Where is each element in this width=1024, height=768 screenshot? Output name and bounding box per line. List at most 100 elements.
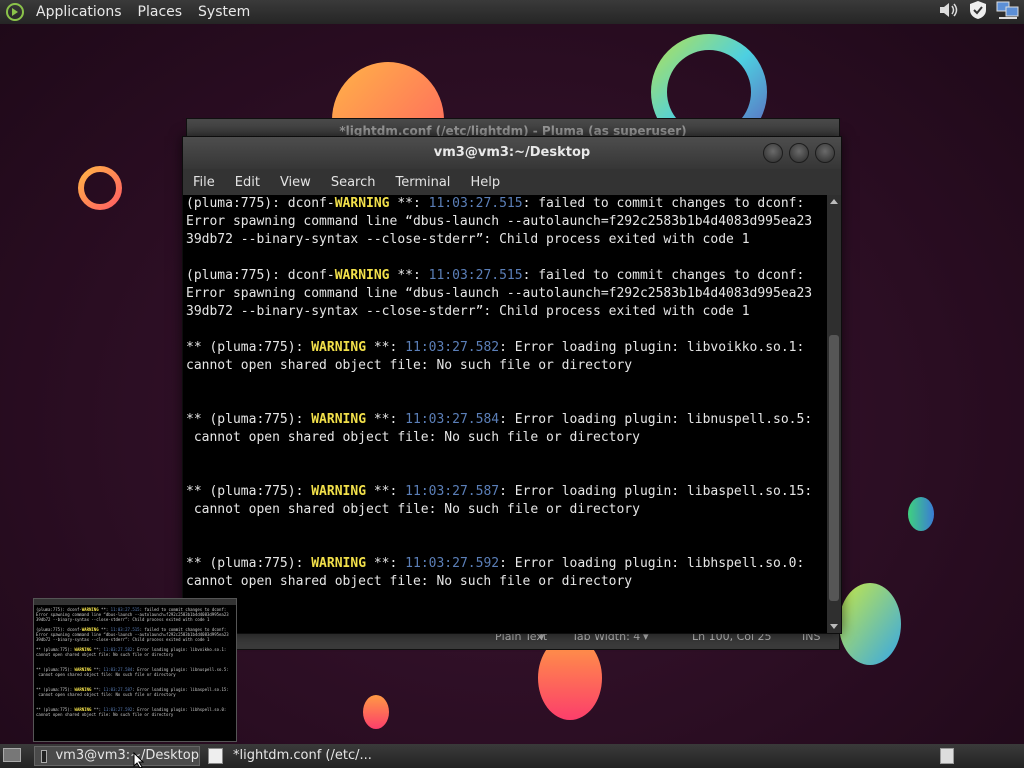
output-text: **: — [366, 556, 406, 571]
terminal-line: cannot open shared object file: No such … — [36, 712, 234, 717]
output-text: : failed to commit changes to dconf: — [522, 196, 805, 211]
output-text: 39db72 --binary-syntax --close-stderr”: … — [36, 617, 210, 622]
output-text: cannot open shared object file: No such … — [186, 574, 633, 589]
output-text: (pluma:775): dconf- — [186, 268, 335, 283]
warning-label: WARNING — [311, 412, 367, 427]
output-text: 39db72 --binary-syntax --close-stderr”: … — [186, 232, 750, 247]
timestamp: 11:03:27.584 — [405, 412, 500, 427]
output-text: (pluma:775): dconf- — [186, 196, 335, 211]
terminal-line: Error spawning command line “dbus-launch… — [186, 213, 828, 231]
scrollbar-thumb[interactable] — [829, 335, 839, 601]
output-text: cannot open shared object file: No such … — [186, 358, 633, 373]
terminal-icon — [41, 749, 48, 763]
terminal-line: 39db72 --binary-syntax --close-stderr”: … — [36, 617, 234, 622]
applications-menu[interactable]: Applications — [28, 0, 130, 24]
terminal-titlebar[interactable]: vm3@vm3:~/Desktop — [183, 137, 841, 169]
terminal-output[interactable]: (pluma:775): dconf-WARNING **: 11:03:27.… — [183, 195, 828, 633]
output-text: **: — [366, 484, 406, 499]
menu-edit[interactable]: Edit — [225, 175, 270, 190]
output-text: **: — [389, 196, 429, 211]
timestamp: 11:03:27.587 — [405, 484, 500, 499]
terminal-title: vm3@vm3:~/Desktop — [433, 145, 591, 160]
warning-label: WARNING — [334, 268, 390, 283]
system-tray — [938, 0, 1020, 24]
terminal-line: ** (pluma:775): WARNING **: 11:03:27.584… — [186, 411, 828, 429]
taskbar-label: vm3@vm3:~/Desktop — [55, 748, 199, 763]
terminal-line: 39db72 --binary-syntax --close-stderr”: … — [186, 231, 828, 249]
taskbar-item-pluma[interactable]: *lightdm.conf (/etc/... — [206, 746, 378, 766]
preview-content: (pluma:775): dconf-WARNING **: 11:03:27.… — [34, 605, 236, 719]
terminal-window[interactable]: vm3@vm3:~/Desktop File Edit View Search … — [182, 136, 842, 634]
warning-label: WARNING — [311, 484, 367, 499]
warning-label: WARNING — [311, 340, 367, 355]
shield-icon[interactable] — [968, 0, 988, 24]
mouse-pointer-icon — [133, 752, 145, 768]
timestamp: 11:03:27.582 — [405, 340, 500, 355]
workspace-switcher[interactable] — [940, 748, 954, 764]
terminal-line: ** (pluma:775): WARNING **: 11:03:27.592… — [186, 555, 828, 573]
places-menu[interactable]: Places — [130, 0, 191, 24]
taskbar-label: *lightdm.conf (/etc/... — [233, 748, 372, 763]
output-text: cannot open shared object file: No such … — [186, 502, 640, 517]
timestamp: 11:03:27.515 — [428, 268, 523, 283]
timestamp: 11:03:27.515 — [428, 196, 523, 211]
terminal-menubar: File Edit View Search Terminal Help — [183, 169, 841, 195]
terminal-scrollbar[interactable] — [827, 195, 841, 633]
network-icon[interactable] — [996, 0, 1020, 24]
output-text: : Error loading plugin: libnuspell.so.5: — [499, 412, 813, 427]
output-text: : Error loading plugin: libvoikko.so.1: — [499, 340, 805, 355]
output-text: **: — [389, 268, 429, 283]
terminal-line: 39db72 --binary-syntax --close-stderr”: … — [36, 637, 234, 642]
terminal-line: cannot open shared object file: No such … — [186, 501, 828, 519]
system-menu[interactable]: System — [190, 0, 258, 24]
menu-search[interactable]: Search — [321, 175, 386, 190]
terminal-line: cannot open shared object file: No such … — [186, 573, 828, 591]
terminal-line: cannot open shared object file: No such … — [186, 429, 828, 447]
window-preview-thumbnail[interactable]: (pluma:775): dconf-WARNING **: 11:03:27.… — [33, 598, 237, 742]
timestamp: 11:03:27.592 — [405, 556, 500, 571]
output-text: cannot open shared object file: No such … — [36, 652, 174, 657]
menu-view[interactable]: View — [270, 175, 321, 190]
output-text: cannot open shared object file: No such … — [186, 430, 640, 445]
output-text: Error spawning command line “dbus-launch… — [186, 214, 813, 229]
output-text: 39db72 --binary-syntax --close-stderr”: … — [186, 304, 750, 319]
terminal-line: (pluma:775): dconf-WARNING **: 11:03:27.… — [186, 195, 828, 213]
terminal-line: 39db72 --binary-syntax --close-stderr”: … — [186, 303, 828, 321]
output-text: 39db72 --binary-syntax --close-stderr”: … — [36, 637, 210, 642]
mate-logo-icon[interactable] — [6, 3, 24, 21]
volume-icon[interactable] — [938, 0, 960, 24]
close-button[interactable] — [815, 143, 835, 163]
warning-label: WARNING — [334, 196, 390, 211]
menu-help[interactable]: Help — [460, 175, 510, 190]
output-text: **: — [366, 340, 406, 355]
output-text: ** (pluma:775): — [186, 412, 312, 427]
minimize-button[interactable] — [763, 143, 783, 163]
output-text: : Error loading plugin: libhspell.so.0: — [499, 556, 805, 571]
output-text: **: — [366, 412, 406, 427]
terminal-line: (pluma:775): dconf-WARNING **: 11:03:27.… — [186, 267, 828, 285]
text-editor-icon — [208, 748, 223, 764]
menu-file[interactable]: File — [183, 175, 225, 190]
output-text: ** (pluma:775): — [186, 340, 312, 355]
menu-terminal[interactable]: Terminal — [385, 175, 460, 190]
terminal-line: ** (pluma:775): WARNING **: 11:03:27.582… — [186, 339, 828, 357]
terminal-line: ** (pluma:775): WARNING **: 11:03:27.587… — [186, 483, 828, 501]
output-text: ** (pluma:775): — [186, 556, 312, 571]
warning-label: WARNING — [311, 556, 367, 571]
taskbar-item-terminal[interactable]: vm3@vm3:~/Desktop — [34, 746, 200, 766]
output-text: Error spawning command line “dbus-launch… — [186, 286, 813, 301]
terminal-line: cannot open shared object file: No such … — [186, 357, 828, 375]
output-text: cannot open shared object file: No such … — [36, 712, 174, 717]
output-text: : Error loading plugin: libaspell.so.15: — [499, 484, 813, 499]
show-desktop-icon[interactable] — [3, 748, 21, 762]
output-text: cannot open shared object file: No such … — [36, 692, 176, 697]
maximize-button[interactable] — [789, 143, 809, 163]
